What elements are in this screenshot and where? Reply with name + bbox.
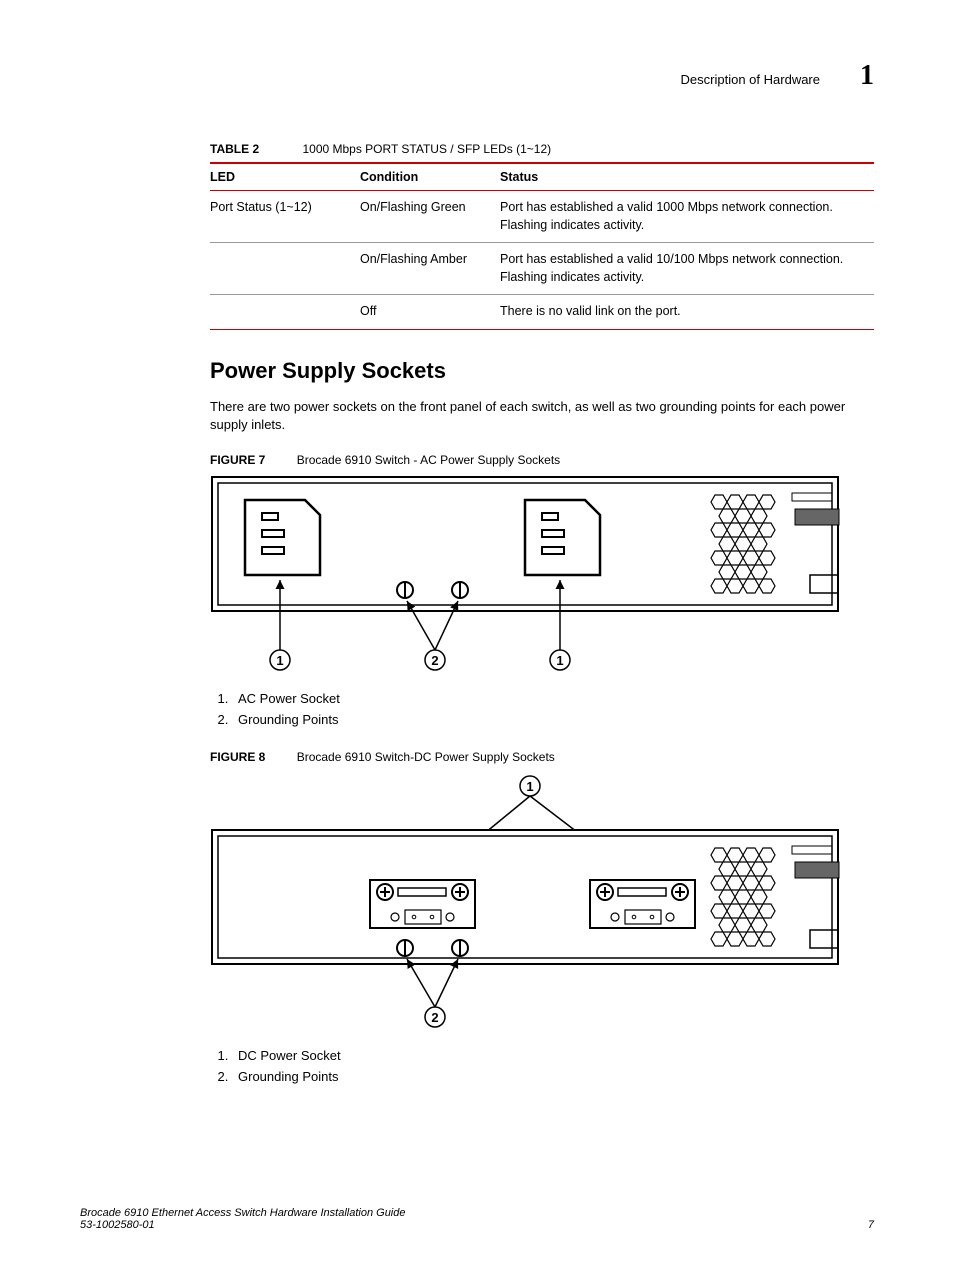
cell-led [210,295,360,330]
table2: LED Condition Status Port Status (1~12) … [210,162,874,330]
vent-icon [711,495,775,593]
cell-status: Port has established a valid 10/100 Mbps… [500,243,874,295]
page-footer: Brocade 6910 Ethernet Access Switch Hard… [80,1207,874,1231]
cell-led: Port Status (1~12) [210,191,360,243]
cell-status: There is no valid link on the port. [500,295,874,330]
table2-title: 1000 Mbps PORT STATUS / SFP LEDs (1~12) [302,142,551,156]
cell-condition: On/Flashing Amber [360,243,500,295]
page-header: Description of Hardware 1 [80,60,874,92]
figure7-label: FIGURE 7 [210,453,265,467]
table-row: On/Flashing Amber Port has established a… [210,243,874,295]
figure8-title: Brocade 6910 Switch-DC Power Supply Sock… [297,750,555,764]
th-status: Status [500,163,874,191]
footer-left: Brocade 6910 Ethernet Access Switch Hard… [80,1207,406,1231]
callout-number: 1 [526,779,533,794]
figure7-title: Brocade 6910 Switch - AC Power Supply So… [297,453,560,467]
ac-socket-icon [525,500,600,575]
cell-condition: On/Flashing Green [360,191,500,243]
figure8-label: FIGURE 8 [210,750,265,764]
table2-caption: TABLE 2 1000 Mbps PORT STATUS / SFP LEDs… [210,142,874,156]
callout-number: 2 [431,1010,438,1025]
callout-number: 2 [431,653,438,668]
table2-label: TABLE 2 [210,142,259,156]
th-condition: Condition [360,163,500,191]
table-row: Off There is no valid link on the port. [210,295,874,330]
table-row: Port Status (1~12) On/Flashing Green Por… [210,191,874,243]
section-heading: Power Supply Sockets [210,358,874,384]
section-paragraph: There are two power sockets on the front… [210,398,874,436]
cell-condition: Off [360,295,500,330]
header-chapter-number: 1 [860,60,874,92]
figure7-caption: FIGURE 7 Brocade 6910 Switch - AC Power … [210,453,874,467]
footer-doc-title: Brocade 6910 Ethernet Access Switch Hard… [80,1207,406,1219]
header-section-name: Description of Hardware [681,72,820,87]
legend-item: Grounding Points [232,709,874,730]
table-header-row: LED Condition Status [210,163,874,191]
legend-item: DC Power Socket [232,1045,874,1066]
callout-number: 1 [556,653,563,668]
figure7-diagram: 1 2 1 [210,475,874,678]
callout-number: 1 [276,653,283,668]
footer-page-number: 7 [868,1219,874,1231]
figure8-legend: DC Power Socket Grounding Points [210,1045,874,1087]
figure8-diagram: 1 [210,772,874,1035]
legend-item: AC Power Socket [232,688,874,709]
th-led: LED [210,163,360,191]
cell-led [210,243,360,295]
cell-status: Port has established a valid 1000 Mbps n… [500,191,874,243]
ac-socket-icon [245,500,320,575]
legend-item: Grounding Points [232,1066,874,1087]
figure7-legend: AC Power Socket Grounding Points [210,688,874,730]
footer-doc-number: 53-1002580-01 [80,1219,406,1231]
page-content: TABLE 2 1000 Mbps PORT STATUS / SFP LEDs… [210,142,874,1087]
figure8-caption: FIGURE 8 Brocade 6910 Switch-DC Power Su… [210,750,874,764]
